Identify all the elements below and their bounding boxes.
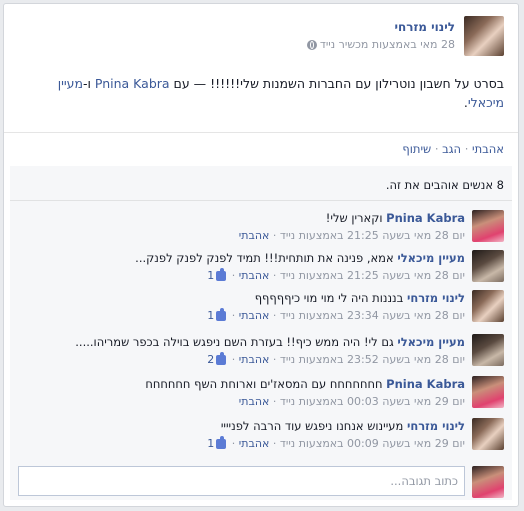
commenter-avatar[interactable] bbox=[472, 418, 504, 450]
comment-meta[interactable]: יום 28 מאי בשעה 21:25 באמצעות נייד bbox=[280, 229, 465, 242]
comment-like-link[interactable]: אהבתי bbox=[239, 229, 270, 242]
comment-author[interactable]: Pnina Kabra bbox=[386, 211, 465, 225]
comment-meta[interactable]: יום 29 מאי בשעה 00:09 באמצעות נייד bbox=[280, 437, 465, 450]
separator: · bbox=[464, 142, 469, 156]
comment-author[interactable]: מעיין מיכאלי bbox=[397, 335, 465, 349]
comment-like-link[interactable]: אהבתי bbox=[239, 269, 270, 282]
comment-meta[interactable]: יום 29 מאי בשעה 00:03 באמצעות נייד bbox=[280, 395, 465, 408]
author-avatar[interactable] bbox=[464, 16, 504, 56]
thumbs-up-icon bbox=[216, 435, 227, 449]
thumbs-up-icon bbox=[216, 267, 227, 281]
comment-text: וקארין שלי! bbox=[325, 211, 383, 225]
thumbs-up-icon bbox=[216, 351, 227, 365]
comment-like-count[interactable]: 1 bbox=[207, 435, 228, 450]
post-timestamp[interactable]: 28 מאי באמצעות מכשיר נייד bbox=[320, 38, 455, 51]
comment-action[interactable]: הגב bbox=[442, 142, 461, 156]
commenter-avatar[interactable] bbox=[472, 376, 504, 408]
comment-text: מעיינוש אנחנו ניפגש עוד הרבה לפניייי bbox=[220, 419, 404, 433]
comment: לינוי מזרחי מעיינוש אנחנו ניפגש עוד הרבה… bbox=[18, 418, 504, 458]
post-actions: אהבתי · הגב · שיתוף bbox=[402, 142, 504, 156]
divider bbox=[4, 132, 518, 133]
comment: Pnina Kabra וקארין שלי! יום 28 מאי בשעה … bbox=[18, 210, 504, 250]
comment-like-link[interactable]: אהבתי bbox=[239, 353, 270, 366]
comment-author[interactable]: Pnina Kabra bbox=[386, 377, 465, 391]
comment-meta[interactable]: יום 28 מאי בשעה 21:25 באמצעות נייד bbox=[280, 269, 465, 282]
post-meta: 28 מאי באמצעות מכשיר נייד bbox=[306, 38, 455, 51]
thumbs-up-icon bbox=[216, 307, 227, 321]
like-count: 1 bbox=[207, 309, 215, 322]
commenter-avatar[interactable] bbox=[472, 250, 504, 282]
comment-like-count[interactable]: 1 bbox=[207, 267, 228, 282]
comment-like-link[interactable]: אהבתי bbox=[239, 437, 270, 450]
commenter-avatar[interactable] bbox=[472, 290, 504, 322]
post-header: לינוי מזרחי 28 מאי באמצעות מכשיר נייד bbox=[306, 16, 504, 56]
comment: מעיין מיכאלי אמא, פנינה את תותחית!!! תמי… bbox=[18, 250, 504, 290]
comment-author[interactable]: לינוי מזרחי bbox=[407, 291, 465, 305]
comment-text: אמא, פנינה את תותחית!!! תמיד לפנק לפנק ל… bbox=[135, 251, 394, 265]
comment-text: חחחחחחח עם המסאז'ים וארוחת השף חחחחחח bbox=[145, 377, 383, 391]
like-count: 2 bbox=[207, 353, 215, 366]
divider bbox=[10, 200, 512, 201]
commenter-avatar[interactable] bbox=[472, 334, 504, 366]
post-text: בסרט על חשבון נוטרילון עם החברות השמנות … bbox=[18, 74, 504, 112]
comment-like-count[interactable]: 1 bbox=[207, 307, 228, 322]
post-author[interactable]: לינוי מזרחי bbox=[307, 20, 455, 34]
comment-meta[interactable]: יום 28 מאי בשעה 23:34 באמצעות נייד bbox=[280, 309, 465, 322]
comment-author[interactable]: מעיין מיכאלי bbox=[397, 251, 465, 265]
separator: · bbox=[434, 142, 439, 156]
like-action[interactable]: אהבתי bbox=[472, 142, 504, 156]
commenter-avatar[interactable] bbox=[472, 210, 504, 242]
post-body: בסרט על חשבון נוטרילון עם החברות השמנות … bbox=[173, 76, 504, 91]
comment-meta[interactable]: יום 28 מאי בשעה 23:52 באמצעות נייד bbox=[280, 353, 465, 366]
like-count: 1 bbox=[207, 269, 215, 282]
comment: Pnina Kabra חחחחחחח עם המסאז'ים וארוחת ה… bbox=[18, 376, 504, 416]
like-count: 1 bbox=[207, 437, 215, 450]
comment-like-link[interactable]: אהבתי bbox=[239, 309, 270, 322]
viewer-avatar bbox=[472, 466, 504, 498]
comment-like-link[interactable]: אהבתי bbox=[239, 395, 270, 408]
comment-like-count[interactable]: 2 bbox=[207, 351, 228, 366]
comment: מעיין מיכאלי גם לי! היה ממש כיף!! בעזרת … bbox=[18, 334, 504, 374]
likes-summary[interactable]: 8 אנשים אוהבים את זה. bbox=[386, 178, 504, 192]
post-card: לינוי מזרחי 28 מאי באמצעות מכשיר נייד בס… bbox=[3, 3, 519, 507]
globe-icon bbox=[306, 39, 317, 50]
tag-pnina[interactable]: Pnina Kabra bbox=[95, 76, 170, 91]
comments-area: 8 אנשים אוהבים את זה. Pnina Kabra וקארין… bbox=[10, 166, 512, 500]
comment-text: בנננות היה לי מוי מוי כיףףףףף bbox=[254, 291, 404, 305]
comment-input[interactable]: כתוב תגובה... bbox=[18, 466, 465, 496]
share-action[interactable]: שיתוף bbox=[402, 142, 431, 156]
tag-join: ו- bbox=[83, 76, 91, 91]
comment-text: גם לי! היה ממש כיף!! בעזרת השם ניפגש בוי… bbox=[75, 335, 394, 349]
reply-row: כתוב תגובה... bbox=[18, 466, 504, 498]
comment: לינוי מזרחי בנננות היה לי מוי מוי כיףףףף… bbox=[18, 290, 504, 330]
comment-author[interactable]: לינוי מזרחי bbox=[407, 419, 465, 433]
